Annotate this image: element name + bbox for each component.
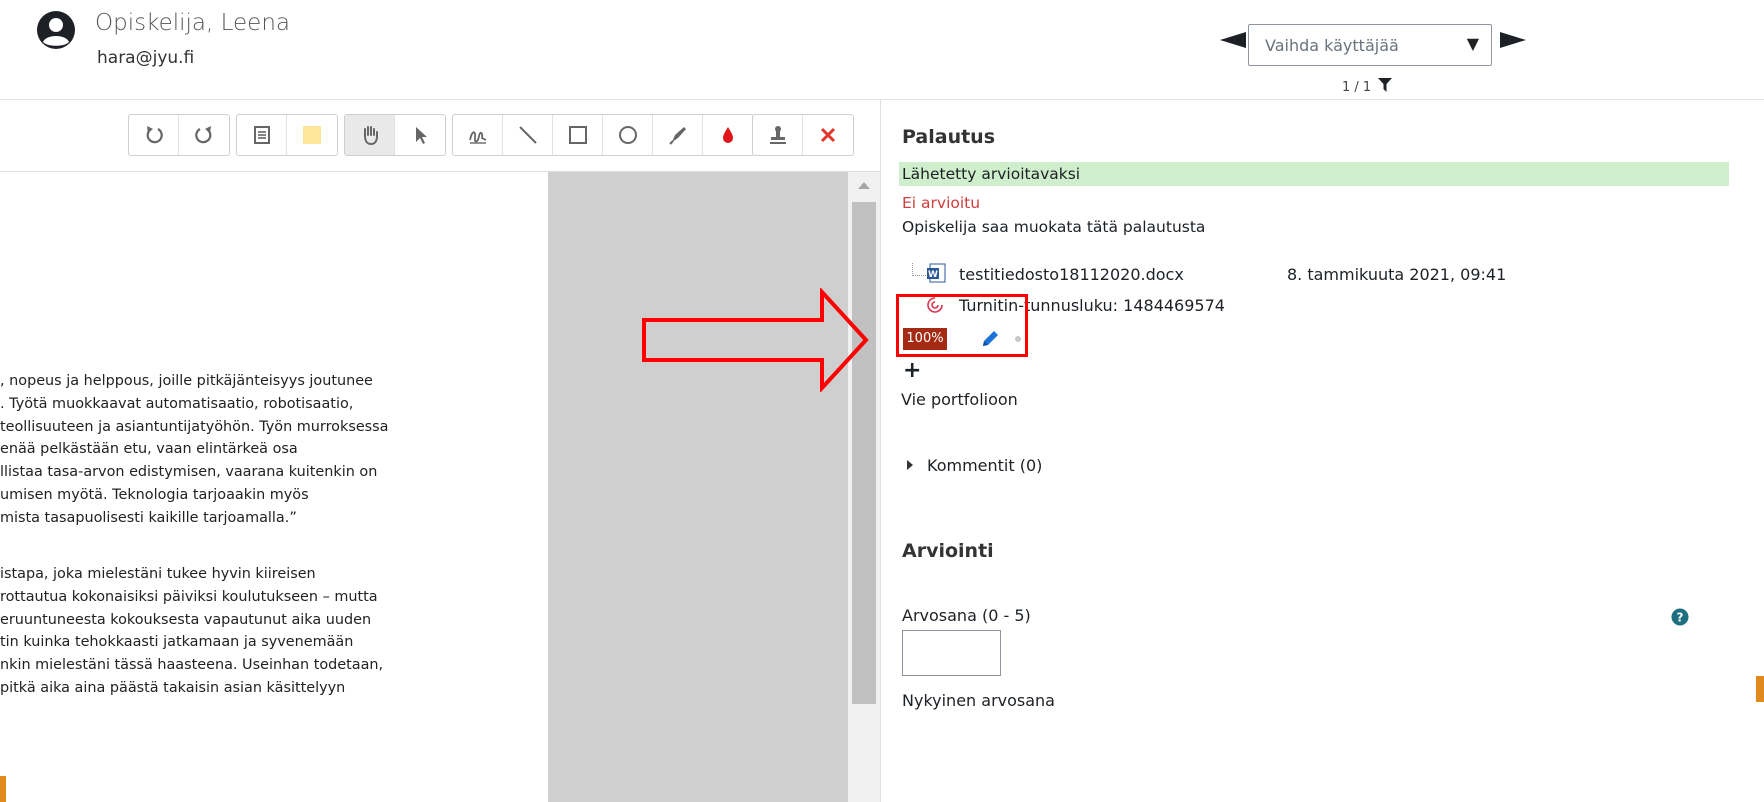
grading-panel: Palautus Lähetetty arvioitavaksi Ei arvi… [880,100,1764,802]
page-header: Opiskelija, Leena hara@jyu.fi Vaihda käy… [0,0,1764,100]
next-user-icon[interactable] [1500,30,1526,50]
change-user-select[interactable]: Vaihda käyttäjää ▼ [1248,24,1492,66]
edit-status: Opiskelija saa muokata tätä palautusta [902,218,1206,236]
document-line: nkin mielestäni tässä haasteena. Useinha… [0,657,384,674]
document-line: pitkä aika aina päästä takaisin asian kä… [0,679,346,696]
filter-icon[interactable] [1378,78,1392,92]
user-avatar-icon [37,11,75,49]
right-edge-marker [1756,676,1764,702]
annotation-arrow-icon [642,288,869,392]
color-swatch-icon [303,126,321,144]
page-edge-marker [0,776,6,802]
stamp-group [752,114,854,156]
change-user-placeholder: Vaihda käyttäjää [1265,36,1399,55]
document-background [548,172,848,802]
document-line: mista tasapuolisesti kaikille tarjoamall… [0,509,297,526]
grade-input[interactable] [902,630,1001,676]
undo-icon [146,126,163,144]
comment-color-button[interactable] [287,115,337,155]
user-pager: 1 / 1 [1342,80,1372,95]
submission-title: Palautus [902,126,996,148]
circle-icon [618,126,637,144]
delete-button[interactable] [803,115,853,155]
pen-icon [468,131,486,144]
document-page: , nopeus ja helppous, joille pitkäjäntei… [0,172,548,802]
plus-icon[interactable]: + [903,360,921,382]
rectangle-button[interactable] [553,115,603,155]
document-line: umisen myötä. Teknologia tarjoaakin myös [0,486,309,503]
scrollbar-thumb[interactable] [852,202,876,704]
portfolio-link[interactable]: Vie portfolioon [901,390,1018,409]
file-timestamp: 8. tammikuuta 2021, 09:41 [1287,265,1507,284]
svg-text:W: W [928,270,938,280]
comment-button[interactable] [237,115,287,155]
document-paragraph-1: , nopeus ja helppous, joille pitkäjäntei… [0,370,548,530]
annotation-toolbar [0,100,880,172]
draw-group [452,114,754,156]
document-line: teollisuuteen ja asiantuntijatyöhön. Työ… [0,418,389,435]
highlight-button[interactable] [653,115,703,155]
grading-status: Ei arvioitu [902,194,981,212]
redo-icon [195,126,212,144]
annotation-color-button[interactable] [703,115,753,155]
redo-button[interactable] [179,115,229,155]
stamp-button[interactable] [753,115,803,155]
rectangle-icon [568,126,587,144]
document-line: rottautua kokonaisiksi päiviksi koulutuk… [0,588,378,605]
hand-icon [363,126,378,146]
submission-status: Lähetetty arvioitavaksi [899,162,1729,186]
line-button[interactable] [503,115,553,155]
pan-button[interactable] [345,115,395,155]
caret-right-icon [907,460,913,470]
document-line: , nopeus ja helppous, joille pitkäjäntei… [0,373,373,389]
file-tree-line [912,263,926,276]
delete-icon [820,127,836,143]
comments-label: Kommentit (0) [927,456,1043,475]
chevron-down-icon: ▼ [1466,34,1479,53]
help-icon[interactable]: ? [1671,608,1689,626]
current-grade-label: Nykyinen arvosana [902,691,1055,710]
comment-group [236,114,338,156]
document-line: eruuntuneesta kokouksesta vapautunut aik… [0,611,372,628]
comments-toggle[interactable]: Kommentit (0) [907,456,1042,475]
document-line: tin kuinka tehokkaasti jatkamaan ja syve… [0,634,354,651]
pointer-icon [416,127,427,144]
previous-user-icon[interactable] [1220,30,1246,50]
color-drop-icon [723,127,733,143]
word-document-icon: W [927,263,946,283]
comment-icon [253,126,270,144]
user-name: Opiskelija, Leena [95,10,290,36]
select-group [344,114,446,156]
annotation-highlight-box [896,294,1028,357]
user-email: hara@jyu.fi [97,48,195,68]
document-line: enää pelkästään etu, vaan elintärkeä osa [0,441,298,458]
svg-text:?: ? [1677,611,1684,625]
document-line: llistaa tasa-arvon edistymisen, vaarana … [0,464,378,481]
oval-button[interactable] [603,115,653,155]
select-button[interactable] [395,115,445,155]
grading-title: Arviointi [902,540,994,562]
pen-button[interactable] [453,115,503,155]
document-paragraph-2: istapa, joka mielestäni tukee hyvin kiir… [0,563,548,700]
highlighter-icon [668,127,686,145]
document-panel: , nopeus ja helppous, joille pitkäjäntei… [0,100,880,802]
line-icon [518,126,537,144]
history-group [128,114,230,156]
document-line: . Työtä muokkaavat automatisaatio, robot… [0,395,354,412]
stamp-icon [769,126,786,144]
scroll-up-icon[interactable] [858,182,870,189]
submitted-file-link[interactable]: testitiedosto18112020.docx [959,265,1184,284]
document-line: istapa, joka mielestäni tukee hyvin kiir… [0,566,316,582]
undo-button[interactable] [129,115,179,155]
grade-label: Arvosana (0 - 5) [902,606,1031,625]
